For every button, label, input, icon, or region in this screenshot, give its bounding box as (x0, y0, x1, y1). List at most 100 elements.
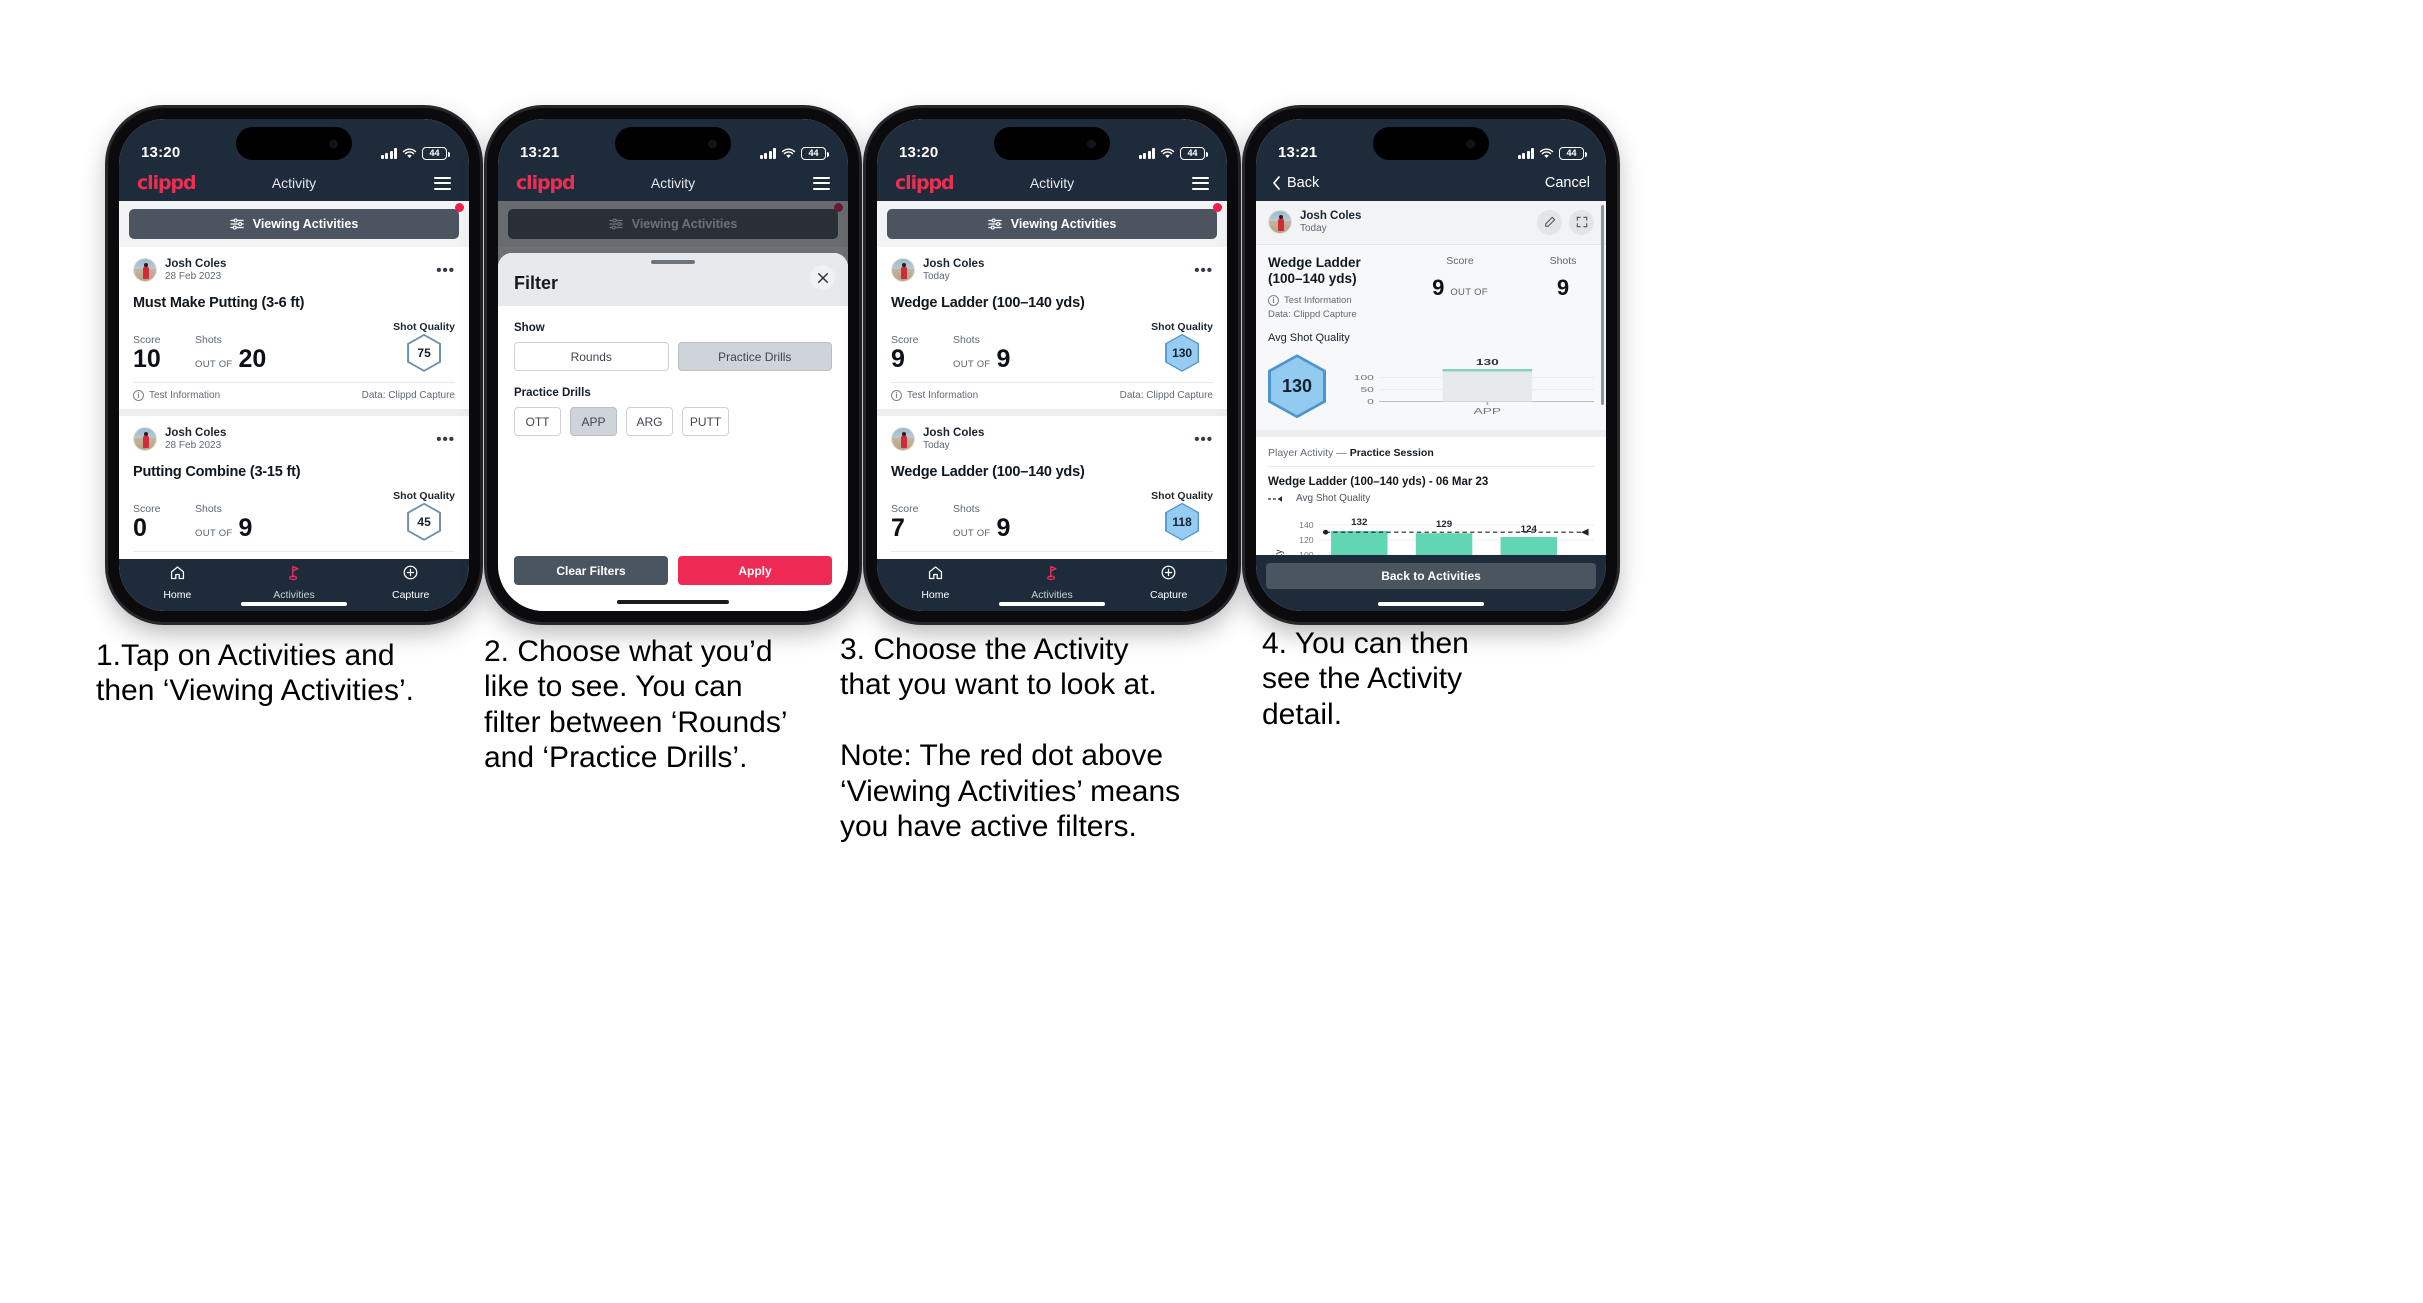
status-bar: 13:20 44 (119, 119, 469, 165)
phone-2: 13:21 44 clippd Activity Filter Show Rou… (487, 108, 859, 622)
tab-activities[interactable]: Activities (236, 564, 353, 601)
practice-drills-label: Practice Drills (514, 387, 591, 399)
activity-title: Wedge Ladder (100–140 yds) (891, 463, 1085, 480)
activity-list[interactable]: Josh Coles 28 Feb 2023 ••• Must Make Put… (119, 247, 469, 559)
status-indicators: 44 (759, 147, 829, 161)
tab-home[interactable]: Home (877, 564, 994, 601)
activity-list[interactable]: Josh Coles Today ••• Wedge Ladder (100–1… (877, 247, 1227, 559)
svg-text:100: 100 (1354, 375, 1375, 383)
shot-quality-hexagon: 45 (407, 502, 442, 541)
chart-title: Wedge Ladder (100–140 yds) - 06 Mar 23 (1268, 476, 1489, 489)
option-practice-drills[interactable]: Practice Drills (677, 342, 832, 371)
show-label: Show (514, 322, 545, 334)
avg-shot-quality-label: Avg Shot Quality (1268, 332, 1350, 345)
more-options-icon[interactable]: ••• (436, 432, 455, 447)
back-to-activities-button[interactable]: Back to Activities (1266, 563, 1596, 589)
score-value: 10 (133, 344, 161, 373)
shots-value: 9 (1556, 274, 1570, 300)
test-information-label: Test Information (907, 389, 979, 401)
info-icon: i (1268, 295, 1279, 307)
battery-icon: 44 (422, 147, 450, 160)
dashed-line-icon (1268, 495, 1282, 502)
chip-app[interactable]: APP (570, 407, 617, 436)
hamburger-icon[interactable] (813, 176, 830, 190)
detail-footer: Back to Activities (1256, 555, 1606, 611)
activity-card[interactable]: Josh Coles Today ••• Wedge Ladder (100–1… (877, 247, 1227, 409)
sheet-grabber[interactable] (651, 260, 695, 264)
hamburger-icon[interactable] (434, 176, 451, 190)
tab-capture[interactable]: Capture (1110, 564, 1227, 601)
hamburger-icon[interactable] (1192, 176, 1209, 190)
tab-home[interactable]: Home (119, 564, 236, 601)
app-header: clippd Activity (119, 165, 469, 201)
close-icon[interactable] (810, 265, 835, 290)
wifi-icon (781, 147, 796, 158)
clear-filters-button[interactable]: Clear Filters (514, 556, 668, 585)
svg-text:130: 130 (1476, 359, 1499, 368)
tab-activities[interactable]: Activities (994, 564, 1111, 601)
drill-options: OTT APP ARG PUTT (514, 407, 832, 436)
player-activity-value: Practice Session (1349, 447, 1434, 460)
user-name: Josh Coles (165, 258, 227, 270)
viewing-activities-button[interactable]: Viewing Activities (129, 209, 459, 239)
apply-button[interactable]: Apply (678, 556, 832, 585)
back-button[interactable]: Back (1272, 175, 1319, 191)
home-indicator (241, 602, 347, 606)
battery-level: 44 (808, 148, 819, 158)
player-activity-section: Player Activity — Practice Session Wedge… (1256, 437, 1606, 555)
detail-scroll-area[interactable]: Josh Coles Today Wedge Ladder (100–140 y… (1256, 201, 1606, 555)
shot-quality-label: Shot Quality (393, 320, 455, 333)
svg-text:140: 140 (1299, 521, 1314, 531)
pencil-icon[interactable] (1537, 209, 1562, 235)
user-name: Josh Coles (165, 426, 227, 439)
user-name: Josh Coles (1300, 210, 1362, 222)
status-bar: 13:21 44 (1256, 119, 1606, 165)
chart-legend: Avg Shot Quality (1268, 493, 1594, 504)
score-value: 0 (133, 513, 147, 542)
viewing-activities-button[interactable]: Viewing Activities (887, 209, 1217, 239)
status-indicators: 44 (1138, 147, 1208, 161)
filter-strip: Viewing Activities (119, 201, 469, 247)
option-rounds[interactable]: Rounds (514, 342, 669, 371)
score-label: Score (1446, 254, 1474, 267)
back-label: Back (1287, 175, 1320, 191)
detail-summary-row: Wedge Ladder (100–140 yds) i Test Informa… (1268, 255, 1594, 322)
avg-shot-quality-hexagon: 130 (1268, 354, 1326, 419)
activity-card[interactable]: Josh Coles Today ••• Wedge Ladder (100–1… (877, 415, 1227, 559)
activity-card[interactable]: Josh Coles 28 Feb 2023 ••• Putting Combi… (119, 415, 469, 559)
out-of-label: OUT OF (1450, 286, 1488, 298)
phone-2-screen: 13:21 44 clippd Activity Filter Show Rou… (498, 119, 848, 611)
battery-icon: 44 (801, 147, 829, 160)
camera-icon (1087, 139, 1096, 148)
test-information-label: Test Information (1284, 294, 1352, 306)
detail-meta: i Test Information Data: Clippd Capture (1268, 294, 1388, 323)
chip-putt[interactable]: PUTT (682, 407, 729, 436)
avatar (891, 258, 915, 283)
phone-1: 13:20 44 clippd Activity Viewing Activit… (108, 108, 480, 622)
notch (994, 127, 1110, 160)
scrollbar-thumb[interactable] (1601, 205, 1604, 405)
avatar (133, 427, 157, 452)
expand-icon[interactable] (1569, 209, 1594, 235)
user-name: Josh Coles (923, 258, 985, 270)
phone-4: 13:21 44 Back Cancel Josh Coles Today We… (1245, 108, 1617, 622)
more-options-icon[interactable]: ••• (1194, 432, 1213, 447)
tab-capture[interactable]: Capture (352, 564, 469, 601)
shot-quality-hexagon: 130 (1165, 333, 1200, 372)
shot-quality-bar-chart: Shot Quality 140 120 100 80 60 (1268, 512, 1594, 555)
shots-label: Shots (195, 502, 222, 515)
svg-text:0: 0 (1367, 399, 1374, 407)
shot-quality-block: Shot Quality 75 (393, 321, 455, 372)
out-of-label: OUT OF (953, 358, 991, 370)
page-title: Activity (650, 175, 696, 191)
more-options-icon[interactable]: ••• (436, 263, 455, 278)
home-icon (928, 565, 942, 579)
chip-arg[interactable]: ARG (626, 407, 673, 436)
card-stats: Score 9 Shots OUT OF 9 Shot Quality 130 (891, 321, 1213, 382)
cancel-button[interactable]: Cancel (1545, 175, 1590, 191)
more-options-icon[interactable]: ••• (1194, 263, 1213, 278)
score-block: Score 0 (133, 503, 195, 541)
chip-ott[interactable]: OTT (514, 407, 561, 436)
filter-strip: Viewing Activities (877, 201, 1227, 247)
activity-card[interactable]: Josh Coles 28 Feb 2023 ••• Must Make Put… (119, 247, 469, 409)
